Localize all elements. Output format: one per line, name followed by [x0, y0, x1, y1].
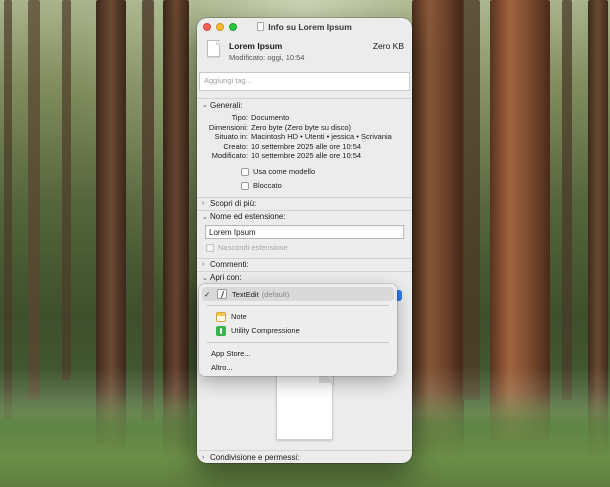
hide-extension-option: Nascondi estensione	[197, 241, 412, 255]
menu-item-app-store[interactable]: App Store...	[199, 346, 397, 360]
locked-label: Bloccato	[253, 181, 282, 190]
section-label: Commenti:	[210, 260, 249, 269]
menu-separator	[207, 305, 389, 306]
menu-item-note[interactable]: Note	[199, 310, 397, 324]
menu-item-label: TextEdit	[232, 289, 259, 299]
tree-trunk	[142, 0, 154, 420]
locked-checkbox[interactable]	[241, 181, 249, 190]
open-with-menu: ✓ TextEdit (default) Note Utility Compre…	[199, 284, 397, 376]
menu-item-textedit[interactable]: ✓ TextEdit (default)	[202, 287, 394, 301]
file-modified: Modificato: oggi, 10:54	[229, 53, 305, 62]
section-comments[interactable]: › Commenti:	[197, 257, 412, 271]
detail-row: Modificato: 10 settembre 2025 alle ore 10…	[197, 151, 412, 161]
tree-trunk	[4, 0, 12, 420]
zoom-button[interactable]	[229, 23, 237, 31]
section-general[interactable]: ⌄ Generali:	[197, 98, 412, 111]
tree-trunk	[562, 0, 572, 400]
chevron-right-icon: ›	[202, 453, 205, 461]
close-button[interactable]	[203, 23, 211, 31]
chevron-right-icon: ›	[202, 261, 205, 268]
locked-option[interactable]: Bloccato	[197, 179, 412, 193]
section-label: Scopri di più:	[210, 199, 257, 208]
chevron-down-icon: ⌄	[202, 102, 208, 109]
detail-key: Tipo:	[231, 113, 248, 122]
section-more-info[interactable]: › Scopri di più:	[197, 196, 412, 210]
window-controls	[203, 23, 237, 31]
menu-item-label: Note	[231, 312, 247, 321]
section-label: Apri con:	[210, 273, 242, 282]
default-suffix: (default)	[261, 289, 290, 299]
detail-value: Documento	[251, 113, 290, 122]
tree-trunk	[28, 0, 40, 400]
section-label: Condivisione e permessi:	[210, 452, 300, 462]
section-open-with[interactable]: ⌄ Apri con:	[197, 270, 412, 284]
chevron-down-icon: ⌄	[202, 274, 208, 282]
stationery-label: Usa come modello	[253, 167, 316, 176]
section-label: Generali:	[210, 100, 243, 110]
file-name: Lorem Ipsum	[229, 41, 283, 51]
menu-item-other[interactable]: Altro...	[199, 360, 397, 374]
detail-value: 10 settembre 2025 alle ore 10:54	[251, 141, 362, 151]
document-icon	[257, 22, 265, 31]
info-window: Info su Lorem Ipsum Lorem Ipsum Zero KB …	[197, 18, 412, 463]
title-bar[interactable]: Info su Lorem Ipsum	[197, 18, 412, 35]
section-sharing-permissions[interactable]: › Condivisione e permessi:	[197, 450, 412, 463]
file-header: Lorem Ipsum Zero KB Modificato: oggi, 10…	[197, 35, 412, 72]
stationery-option[interactable]: Usa come modello	[197, 165, 412, 179]
detail-row: Tipo: Documento	[197, 113, 412, 123]
menu-item-label: App Store...	[211, 348, 251, 358]
detail-value: Macintosh HD • Utenti • jessica • Scriva…	[251, 132, 392, 141]
stationery-checkbox[interactable]	[241, 167, 249, 176]
detail-key: Situato in:	[214, 132, 248, 141]
general-details: Tipo: Documento Dimensioni: Zero byte (Zer…	[197, 111, 412, 197]
document-icon	[207, 40, 220, 57]
detail-value: 10 settembre 2025 alle ore 10:54	[251, 151, 362, 160]
detail-row: Situato in: Macintosh HD • Utenti • jessi…	[197, 132, 412, 142]
file-name-input[interactable]: Lorem Ipsum	[205, 224, 404, 239]
file-size: Zero KB	[372, 41, 404, 51]
hide-extension-checkbox	[206, 243, 214, 252]
section-label: Nome ed estensione:	[210, 212, 286, 221]
notes-icon	[216, 311, 226, 322]
menu-item-label: Utility Compressione	[231, 326, 300, 335]
tags-input[interactable]: Aggiungi tag...	[199, 72, 410, 91]
window-title-group: Info su Lorem Ipsum	[257, 22, 352, 32]
checkmark-icon: ✓	[204, 289, 211, 299]
textedit-icon	[217, 289, 227, 299]
document-preview	[276, 368, 333, 440]
menu-separator	[207, 341, 389, 342]
section-name-extension[interactable]: ⌄ Nome ed estensione:	[197, 209, 412, 223]
window-title: Info su Lorem Ipsum	[268, 21, 352, 32]
chevron-right-icon: ›	[202, 200, 205, 207]
hide-extension-label: Nascondi estensione	[218, 243, 288, 252]
minimize-button[interactable]	[216, 23, 224, 31]
menu-item-label: Altro...	[211, 362, 233, 372]
tree-trunk	[462, 0, 480, 400]
detail-row: Dimensioni: Zero byte (Zero byte su disco…	[197, 123, 412, 133]
menu-item-archive-utility[interactable]: Utility Compressione	[199, 324, 397, 338]
tree-trunk	[62, 0, 71, 380]
detail-value: Zero byte (Zero byte su disco)	[251, 122, 352, 132]
detail-key: Dimensioni:	[208, 122, 248, 132]
chevron-down-icon: ⌄	[202, 213, 208, 221]
detail-key: Creato:	[223, 141, 248, 151]
detail-key: Modificato:	[211, 151, 248, 160]
archive-utility-icon	[216, 325, 226, 336]
detail-row: Creato: 10 settembre 2025 alle ore 10:54	[197, 142, 412, 152]
